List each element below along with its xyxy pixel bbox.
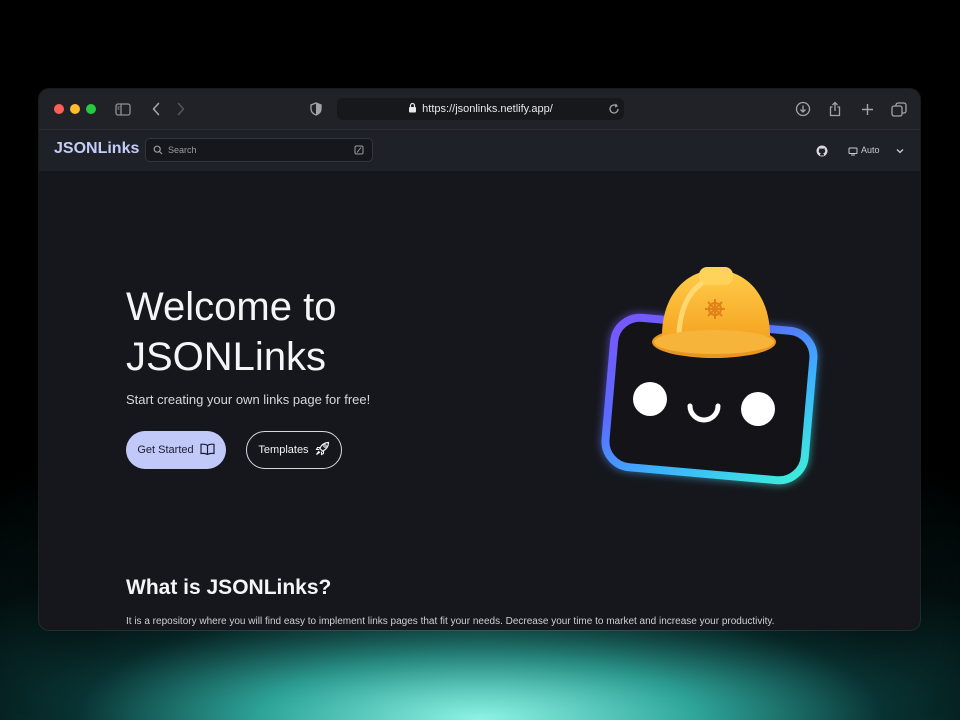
chevron-down-icon[interactable] [894,145,906,157]
rocket-icon [315,441,330,459]
hero-title-line-2: JSONLinks [126,335,327,379]
search-icon [152,144,164,156]
zoom-window-button[interactable] [86,104,96,114]
section-title: What is JSONLinks? [126,576,332,599]
get-started-button[interactable]: Get Started [126,431,226,469]
forward-icon[interactable] [172,100,190,118]
search-input[interactable]: Search [145,138,373,162]
keyboard-shortcut-icon [353,144,365,156]
book-icon [200,443,215,458]
minimize-window-button[interactable] [70,104,80,114]
section-description: It is a repository where you will find e… [126,616,775,627]
hero-mascot-illustration [579,254,839,509]
monitor-icon[interactable] [847,145,859,157]
github-icon[interactable] [815,144,829,158]
templates-button[interactable]: Templates [246,431,342,469]
new-tab-icon[interactable] [858,100,876,118]
reload-icon[interactable] [605,100,623,118]
browser-toolbar: https://jsonlinks.netlify.app/ [39,89,920,130]
get-started-label: Get Started [137,444,194,456]
lock-icon [408,100,417,118]
templates-label: Templates [258,444,309,456]
site-logo[interactable]: JSONLinks [54,140,139,158]
browser-window: https://jsonlinks.netlify.app/ JSONLinks… [39,89,920,630]
url-text: https://jsonlinks.netlify.app/ [422,103,553,115]
search-placeholder: Search [168,145,197,155]
sidebar-icon[interactable] [114,100,132,118]
tabs-overview-icon[interactable] [890,100,908,118]
site-header: JSONLinks Search Auto [39,130,920,171]
back-icon[interactable] [147,100,165,118]
close-window-button[interactable] [54,104,64,114]
address-bar[interactable]: https://jsonlinks.netlify.app/ [337,98,624,120]
shield-icon[interactable] [307,100,325,118]
theme-selector-label[interactable]: Auto [861,145,880,155]
hero-title-line-1: Welcome to [126,285,337,329]
hero-title: Welcome to JSONLinks [126,282,446,382]
download-icon[interactable] [794,100,812,118]
share-icon[interactable] [826,100,844,118]
hero-subtitle: Start creating your own links page for f… [126,392,371,407]
